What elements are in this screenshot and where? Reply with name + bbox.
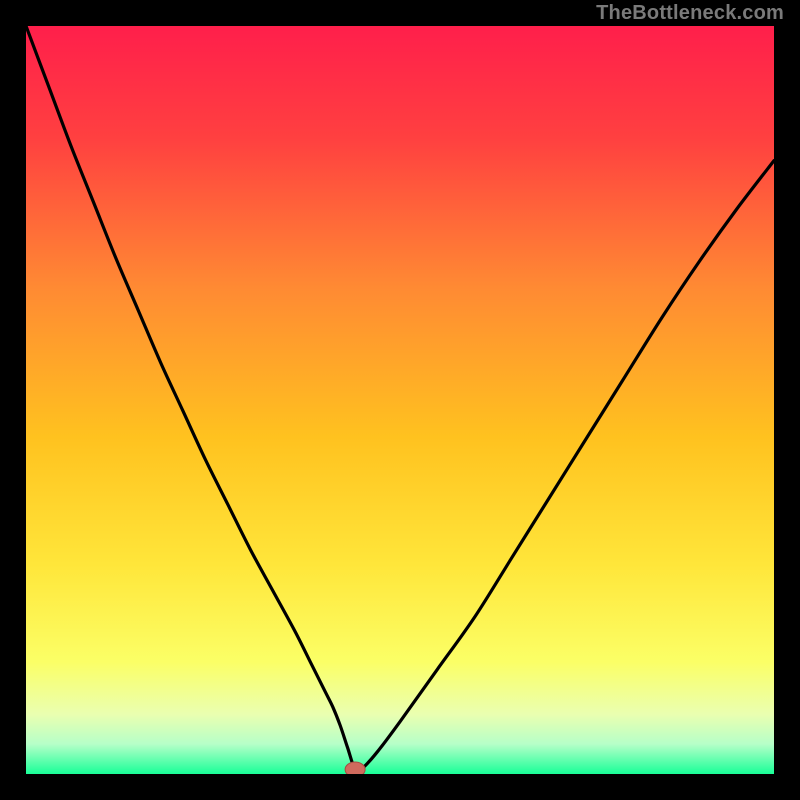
frame-top	[0, 0, 800, 26]
plot-area	[26, 26, 774, 774]
frame-bottom	[0, 774, 800, 800]
frame-right	[774, 0, 800, 800]
chart-svg	[26, 26, 774, 774]
chart-stage: TheBottleneck.com	[0, 0, 800, 800]
frame-left	[0, 0, 26, 800]
gradient-background	[26, 26, 774, 774]
optimal-point-marker	[345, 762, 365, 774]
